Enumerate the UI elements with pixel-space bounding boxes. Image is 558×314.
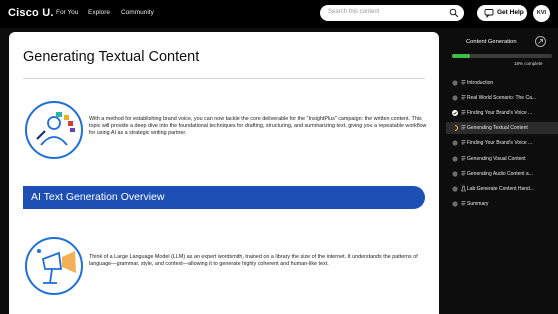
chat-bubble-icon: [484, 9, 494, 18]
nav-community[interactable]: Community: [121, 9, 154, 16]
spotlight-illustration-icon: [25, 237, 83, 295]
complete-check-icon: [452, 110, 458, 117]
search-placeholder: Search this content: [328, 9, 380, 15]
user-avatar[interactable]: KVI: [533, 5, 550, 22]
course-outline-sidebar: Content Generation 18% complete Introduc…: [446, 32, 558, 314]
sidebar-lesson-item[interactable]: Generating Textual Content: [446, 122, 558, 135]
lab-icon: [461, 185, 466, 191]
get-help-button[interactable]: Get Help: [477, 5, 527, 21]
section-banner: AI Text Generation Overview: [23, 186, 425, 209]
logo-suffix: U.: [42, 7, 54, 19]
lesson-label: Lab:Generate Content Hand...: [467, 185, 534, 192]
document-icon: [461, 170, 466, 175]
lesson-label: Finding Your Brand's Voice ...: [467, 110, 533, 117]
sidebar-lesson-item[interactable]: Finding Your Brand's Voice ...: [446, 137, 558, 149]
document-icon: [461, 80, 466, 85]
writing-illustration-icon: [25, 101, 83, 159]
search-input[interactable]: Search this content: [320, 5, 464, 21]
sidebar-lesson-item[interactable]: Finding Your Brand's Voice ...: [446, 107, 558, 119]
lesson-label: Real World Scenario: The Ca...: [467, 95, 537, 102]
intro-paragraph: With a method for establishing brand voi…: [89, 116, 427, 137]
cisco-u-logo[interactable]: Cisco U.: [8, 7, 54, 19]
nav-explore[interactable]: Explore: [88, 9, 110, 16]
lesson-label: Summary: [467, 200, 489, 207]
sidebar-lesson-item[interactable]: Generating Visual Content: [446, 153, 558, 165]
document-icon: [461, 200, 466, 205]
section-paragraph: Think of a Large Language Model (LLM) as…: [89, 254, 418, 268]
section-heading: AI Text Generation Overview: [31, 191, 165, 203]
document-icon: [461, 95, 466, 100]
page-title: Generating Textual Content: [23, 49, 200, 65]
not-started-icon: [452, 80, 458, 86]
sidebar-lesson-item[interactable]: Lab:Generate Content Hand...: [446, 183, 558, 195]
sidebar-lesson-item[interactable]: Summary: [446, 198, 558, 210]
lesson-label: Finding Your Brand's Voice ...: [467, 140, 533, 147]
document-icon: [461, 110, 466, 115]
document-icon: [461, 140, 466, 145]
top-nav-bar: Cisco U. For You Explore Community Searc…: [0, 0, 558, 28]
document-icon: [461, 155, 466, 160]
in-progress-icon: [454, 125, 458, 132]
sidebar-lesson-item[interactable]: Real World Scenario: The Ca...: [446, 92, 558, 104]
lesson-label: Generating Textual Content: [467, 125, 528, 132]
sidebar-lesson-item[interactable]: Introduction: [446, 77, 558, 89]
not-started-icon: [452, 140, 458, 146]
search-icon[interactable]: [449, 8, 459, 18]
get-help-label: Get Help: [497, 9, 524, 16]
lesson-label: Introduction: [467, 80, 494, 86]
not-started-icon: [452, 201, 458, 207]
sidebar-title: Content Generation: [466, 39, 517, 45]
logo-brand: Cisco: [8, 7, 39, 19]
expand-arrows-icon: [538, 39, 543, 44]
progress-label: 18% complete: [514, 61, 543, 66]
lesson-content-panel: Generating Textual Content With a method…: [9, 32, 439, 314]
document-icon: [461, 125, 466, 130]
title-divider: [23, 78, 425, 79]
nav-for-you[interactable]: For You: [56, 9, 78, 16]
collapse-sidebar-button[interactable]: [535, 36, 546, 47]
sidebar-lesson-item[interactable]: Generating Audio Content a...: [446, 168, 558, 180]
not-started-icon: [452, 186, 458, 192]
progress-fill: [452, 54, 470, 58]
lesson-label: Generating Visual Content: [467, 155, 526, 162]
lesson-label: Generating Audio Content a...: [467, 170, 533, 177]
not-started-icon: [452, 95, 458, 101]
not-started-icon: [452, 155, 458, 162]
progress-bar: [452, 54, 552, 58]
not-started-icon: [452, 170, 458, 177]
